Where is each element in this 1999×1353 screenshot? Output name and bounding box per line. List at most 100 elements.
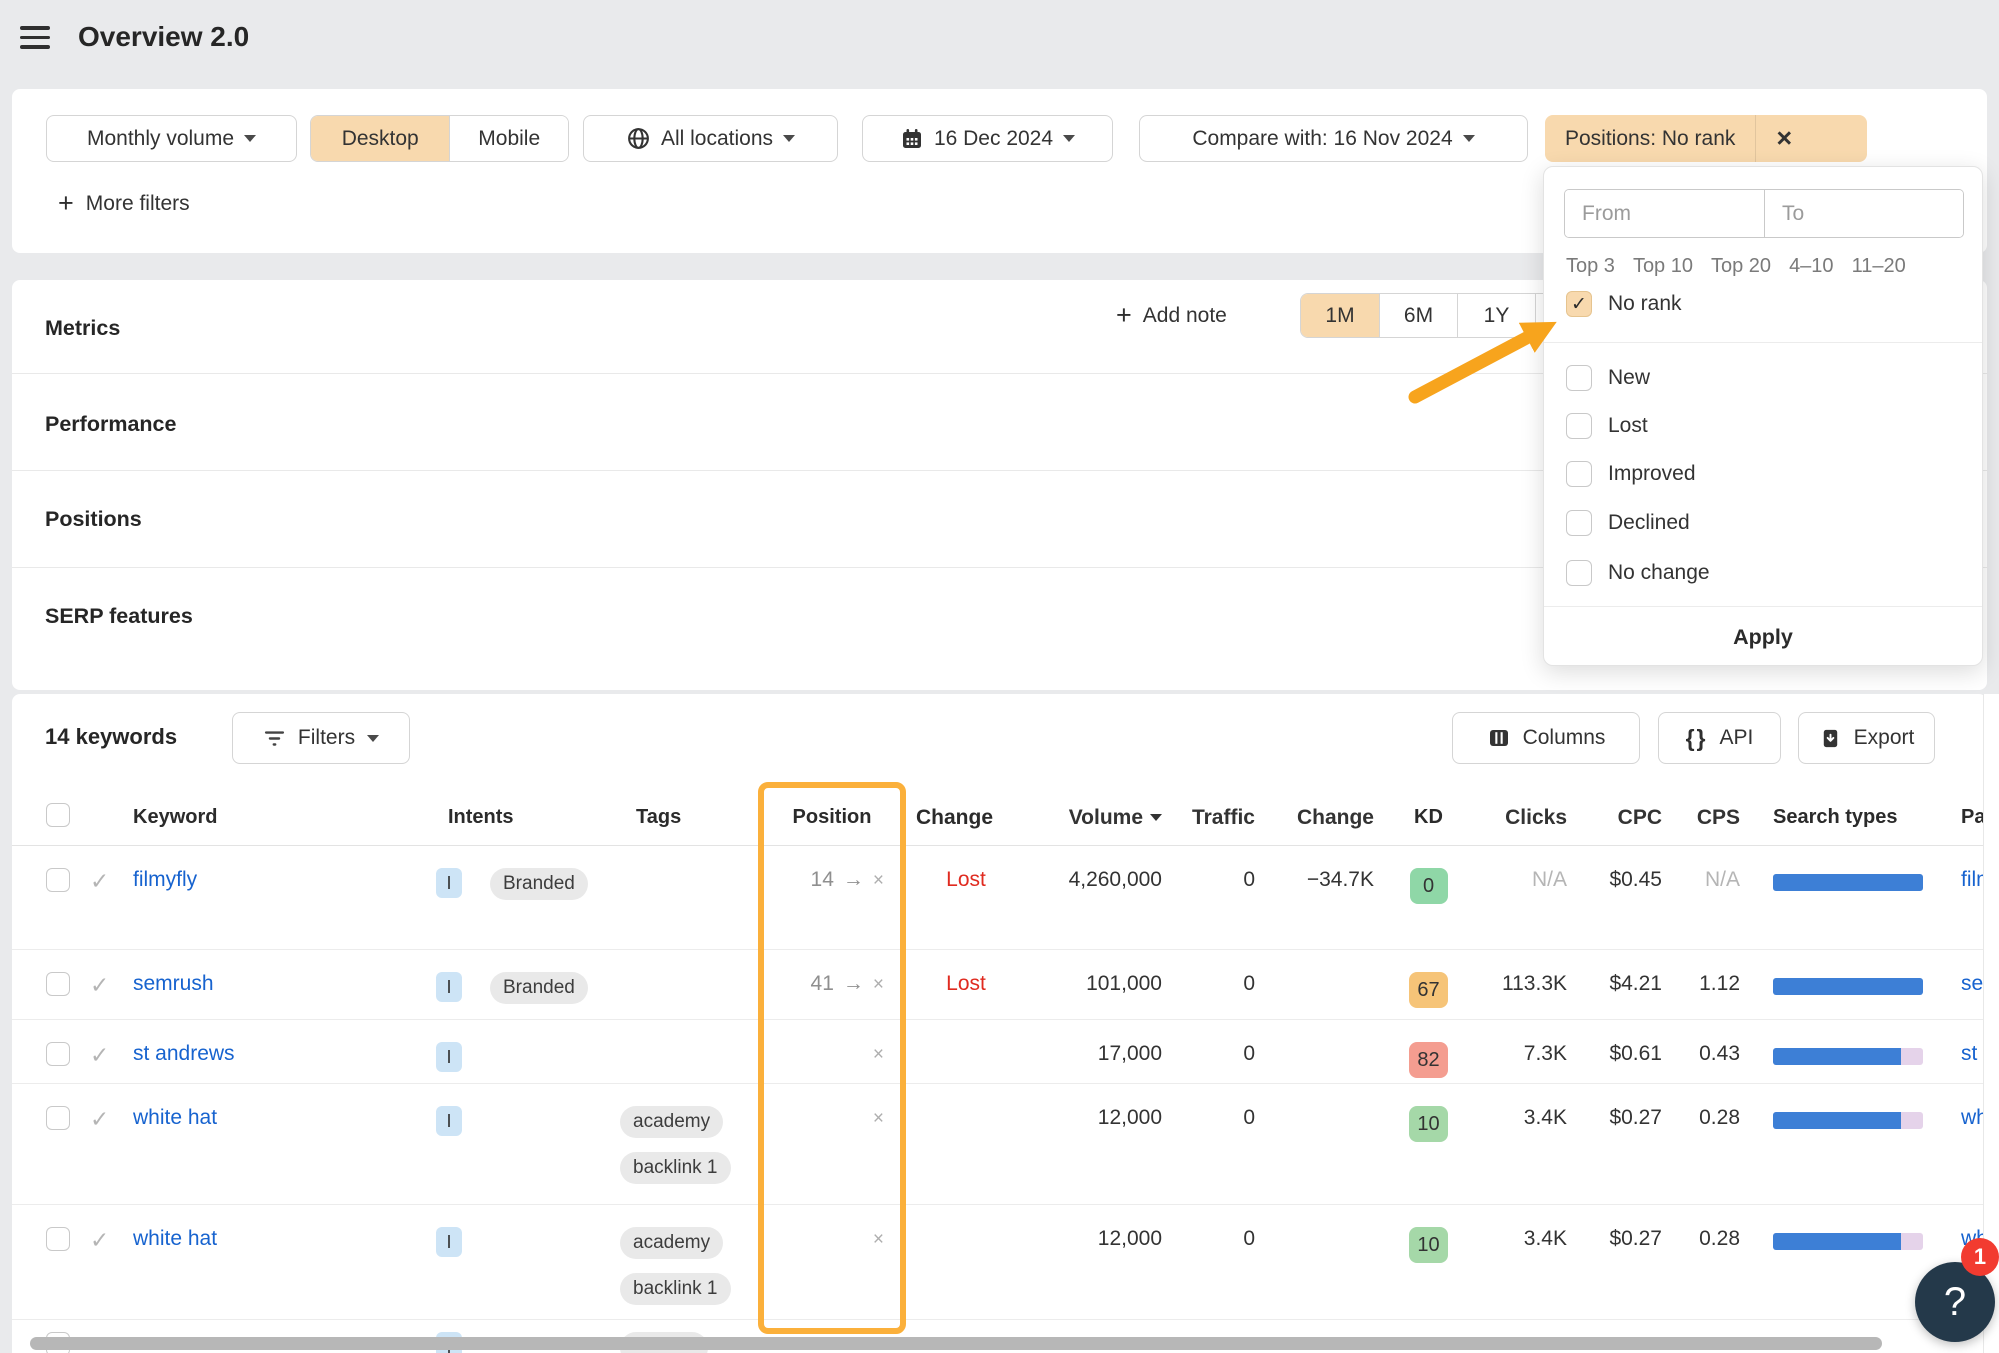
- quick-range-top3[interactable]: Top 3: [1566, 255, 1615, 278]
- cps-value: 0.28: [1674, 1205, 1752, 1319]
- sort-desc-icon: [1150, 814, 1162, 821]
- position-remove-icon[interactable]: ×: [873, 1227, 884, 1251]
- keyword-link[interactable]: white hat: [133, 1106, 217, 1129]
- position-to-input[interactable]: [1764, 190, 1963, 237]
- checkbox-icon[interactable]: [1566, 365, 1592, 391]
- plus-icon: +: [1116, 302, 1132, 329]
- menu-icon[interactable]: [20, 26, 50, 50]
- columns-button[interactable]: Columns: [1452, 712, 1640, 764]
- device-desktop-button[interactable]: Desktop: [311, 116, 449, 161]
- tag-pill: academy: [620, 1106, 723, 1138]
- position-from-input[interactable]: [1565, 190, 1764, 237]
- quick-range-top20[interactable]: Top 20: [1711, 255, 1771, 278]
- location-label: All locations: [661, 127, 773, 151]
- row-checkbox[interactable]: [46, 1227, 70, 1251]
- row-checkbox[interactable]: [46, 1106, 70, 1130]
- volume-value: 17,000: [1026, 1020, 1174, 1083]
- range-1m-button[interactable]: 1M: [1301, 294, 1379, 337]
- position-remove-icon[interactable]: ×: [873, 1042, 884, 1066]
- row-checkbox[interactable]: [46, 1042, 70, 1066]
- position-value: 14: [811, 868, 834, 892]
- keyword-link[interactable]: st andrews: [133, 1042, 235, 1065]
- header-tags: Tags: [478, 806, 758, 829]
- checkbox-icon[interactable]: [1566, 560, 1592, 586]
- position-arrow-icon: →: [843, 868, 864, 892]
- kd-badge: 0: [1410, 868, 1448, 904]
- location-dropdown[interactable]: All locations: [583, 115, 838, 162]
- positions-filter-chip[interactable]: Positions: No rank ×: [1545, 115, 1867, 162]
- top-bar: Overview 2.0: [0, 0, 1999, 89]
- option-no-rank[interactable]: ✓ No rank: [1566, 291, 1682, 317]
- range-1y-button[interactable]: 1Y: [1457, 294, 1535, 337]
- table-row: ✓ filmyfly I Branded 14 → × Lost 4,260,0…: [12, 846, 1987, 950]
- position-remove-icon[interactable]: ×: [873, 868, 884, 892]
- add-note-button[interactable]: + Add note: [1116, 302, 1227, 329]
- filters-label: Filters: [298, 726, 355, 750]
- section-metrics: Metrics: [45, 316, 120, 341]
- api-button[interactable]: {} API: [1658, 712, 1781, 764]
- row-checkbox[interactable]: [46, 868, 70, 892]
- intent-badge: I: [436, 1042, 462, 1072]
- volume-mode-dropdown[interactable]: Monthly volume: [46, 115, 297, 162]
- close-icon[interactable]: ×: [1755, 115, 1812, 162]
- header-cps: CPS: [1674, 806, 1752, 830]
- horizontal-scrollbar[interactable]: [30, 1337, 1882, 1350]
- quick-range-4-10[interactable]: 4–10: [1789, 255, 1834, 278]
- position-value: 41: [811, 972, 834, 996]
- device-toggle: Desktop Mobile: [310, 115, 569, 162]
- select-all-checkbox[interactable]: [46, 803, 70, 827]
- kd-badge: 10: [1409, 1227, 1447, 1263]
- apply-button[interactable]: Apply: [1544, 607, 1982, 667]
- search-types-bar: [1773, 978, 1923, 995]
- range-6m-button[interactable]: 6M: [1379, 294, 1457, 337]
- date-picker[interactable]: 16 Dec 2024: [862, 115, 1113, 162]
- compare-dropdown[interactable]: Compare with: 16 Nov 2024: [1139, 115, 1528, 162]
- quick-ranges: Top 3 Top 10 Top 20 4–10 11–20: [1566, 255, 1906, 278]
- table-header-row: Keyword Intents Tags Position Change Vol…: [12, 790, 1987, 846]
- volume-mode-label: Monthly volume: [87, 127, 234, 151]
- position-remove-icon[interactable]: ×: [873, 972, 884, 996]
- option-improved[interactable]: Improved: [1566, 461, 1696, 487]
- more-filters-button[interactable]: + More filters: [58, 190, 190, 217]
- quick-range-top10[interactable]: Top 10: [1633, 255, 1693, 278]
- kd-badge: 82: [1409, 1042, 1447, 1078]
- option-new[interactable]: New: [1566, 365, 1650, 391]
- option-declined[interactable]: Declined: [1566, 510, 1690, 536]
- clicks-value: 3.4K: [1471, 1205, 1579, 1319]
- overview-page: Overview 2.0 Monthly volume Desktop Mobi…: [0, 0, 1999, 1353]
- tag-pill: backlink 1: [620, 1273, 731, 1305]
- quick-range-11-20[interactable]: 11–20: [1852, 255, 1906, 278]
- checkbox-icon[interactable]: [1566, 510, 1592, 536]
- section-performance: Performance: [45, 412, 176, 437]
- volume-value: 4,260,000: [1026, 846, 1174, 949]
- export-button[interactable]: Export: [1798, 712, 1935, 764]
- keyword-link[interactable]: semrush: [133, 972, 214, 995]
- search-types-bar: [1773, 874, 1923, 891]
- tag-pill: academy: [620, 1227, 723, 1259]
- chevron-down-icon: [367, 735, 379, 742]
- cps-value: 0.28: [1674, 1084, 1752, 1204]
- cpc-value: $0.27: [1579, 1205, 1674, 1319]
- chevron-down-icon: [1463, 135, 1475, 142]
- cpc-value: $0.45: [1579, 846, 1674, 949]
- header-volume-sort[interactable]: Volume: [1026, 806, 1174, 830]
- checkbox-icon[interactable]: [1566, 413, 1592, 439]
- device-mobile-button[interactable]: Mobile: [449, 116, 568, 161]
- calendar-icon: [900, 127, 924, 151]
- keyword-link[interactable]: white hat: [133, 1227, 217, 1250]
- option-no-change[interactable]: No change: [1566, 560, 1710, 586]
- option-lost[interactable]: Lost: [1566, 413, 1648, 439]
- intent-badge: I: [436, 868, 462, 898]
- checkbox-icon[interactable]: [1566, 461, 1592, 487]
- table-row: ✓ semrush I Branded 41 → × Lost 101,000 …: [12, 950, 1987, 1020]
- position-remove-icon[interactable]: ×: [873, 1106, 884, 1130]
- columns-label: Columns: [1523, 726, 1606, 750]
- intent-badge: I: [436, 1227, 462, 1257]
- filters-button[interactable]: Filters: [232, 712, 410, 764]
- keyword-link[interactable]: filmyfly: [133, 868, 197, 891]
- tracked-check-icon: ✓: [90, 1106, 109, 1132]
- positions-filter-dropdown: Top 3 Top 10 Top 20 4–10 11–20 ✓ No rank…: [1543, 166, 1983, 666]
- header-clicks: Clicks: [1471, 806, 1579, 830]
- checkbox-checked-icon[interactable]: ✓: [1566, 291, 1592, 317]
- row-checkbox[interactable]: [46, 972, 70, 996]
